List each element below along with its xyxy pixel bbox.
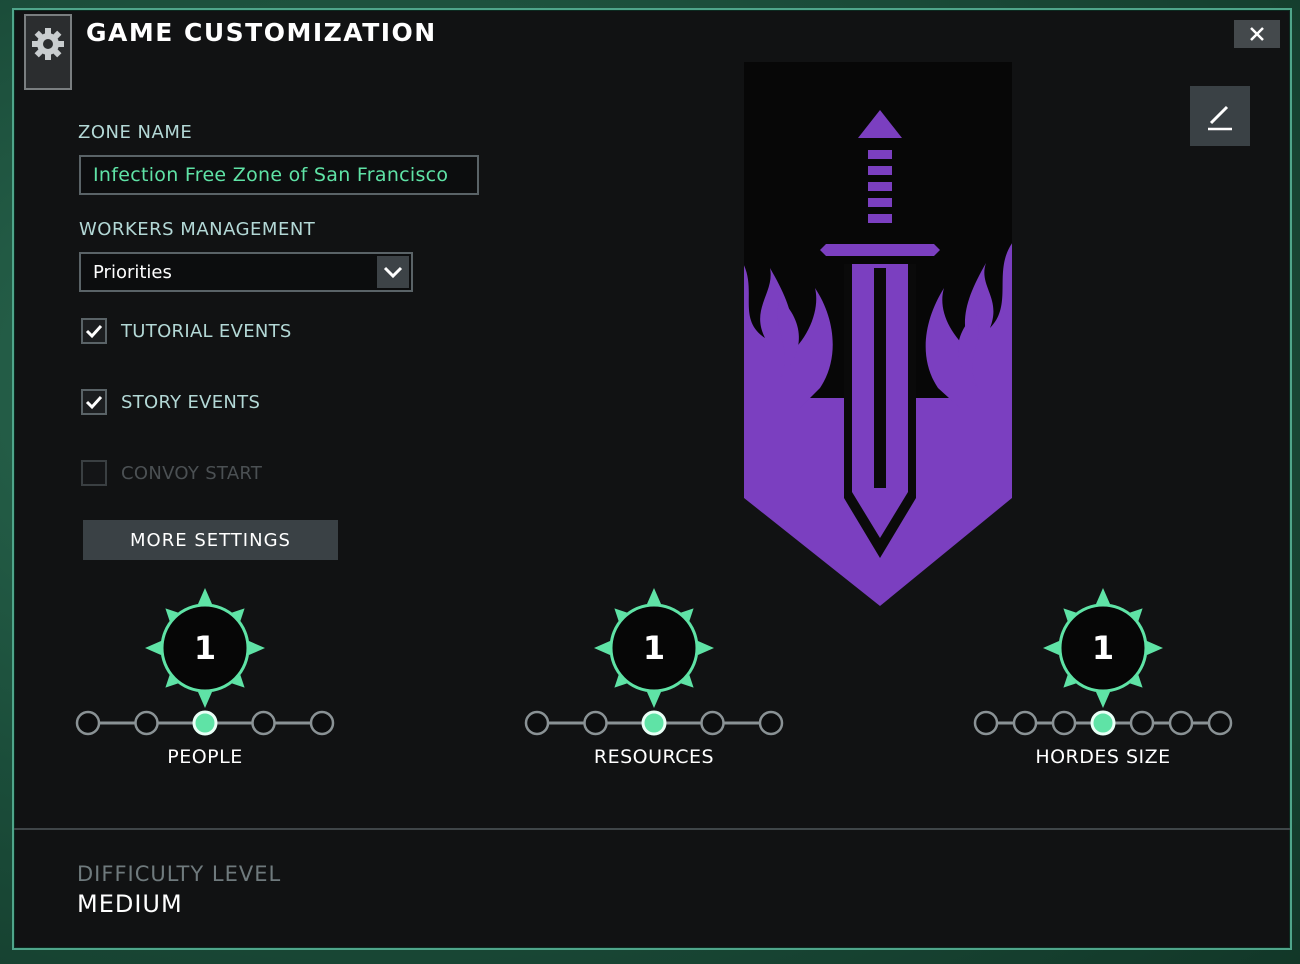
track-step[interactable] — [583, 710, 608, 736]
resources-value: 1 — [642, 629, 666, 667]
track-step[interactable] — [134, 710, 159, 736]
track-step-selected[interactable] — [641, 710, 667, 736]
dial-spike — [1096, 588, 1110, 604]
zone-name-input[interactable]: Infection Free Zone of San Francisco — [79, 155, 479, 195]
workers-management-label: WORKERS MANAGEMENT — [79, 219, 316, 240]
story-events-checkbox[interactable] — [81, 389, 107, 415]
tutorial-events-checkbox[interactable] — [81, 318, 107, 344]
hordes-size-label: HORDES SIZE — [1035, 746, 1171, 768]
track-step[interactable] — [1012, 710, 1038, 736]
close-icon — [1250, 27, 1264, 41]
resources-track[interactable] — [524, 708, 784, 738]
checkmark-icon — [85, 324, 103, 339]
track-step[interactable] — [524, 710, 550, 736]
resources-setting: 1 RESOURCES — [524, 588, 784, 788]
edit-banner-button[interactable] — [1190, 86, 1250, 146]
track-step-selected[interactable] — [1090, 710, 1116, 736]
convoy-start-label: CONVOY START — [121, 462, 263, 484]
difficulty-value: MEDIUM — [77, 890, 183, 918]
track-step[interactable] — [309, 710, 335, 736]
story-events-option[interactable]: STORY EVENTS — [81, 389, 260, 415]
hordes-size-value: 1 — [1091, 629, 1115, 667]
gear-icon — [32, 28, 64, 60]
dial-spike — [1147, 641, 1163, 655]
difficulty-label: DIFFICULTY LEVEL — [77, 862, 282, 886]
story-events-label: STORY EVENTS — [121, 391, 261, 413]
resources-label: RESOURCES — [593, 746, 715, 768]
checkmark-icon — [85, 395, 103, 410]
settings-tab[interactable] — [24, 14, 72, 90]
dial-spike — [1096, 692, 1110, 708]
track-step[interactable] — [973, 710, 999, 736]
chevron-down-icon — [383, 266, 403, 279]
track-step[interactable] — [758, 710, 784, 736]
track-step[interactable] — [1207, 710, 1233, 736]
dial-spike — [145, 641, 161, 655]
hordes-size-setting: 1 HORDES SIZE — [973, 588, 1233, 788]
footer-divider — [14, 828, 1290, 830]
track-step[interactable] — [700, 710, 725, 736]
dial-spike — [249, 641, 265, 655]
track-step[interactable] — [75, 710, 101, 736]
tutorial-events-label: TUTORIAL EVENTS — [121, 320, 292, 342]
people-track[interactable] — [75, 708, 335, 738]
dial-spike — [647, 588, 661, 604]
workers-management-select[interactable]: Priorities — [79, 252, 413, 292]
track-step[interactable] — [1168, 710, 1194, 736]
dial-spike — [1043, 641, 1059, 655]
tutorial-events-option[interactable]: TUTORIAL EVENTS — [81, 318, 292, 344]
convoy-start-option: CONVOY START — [81, 460, 262, 486]
dial-spike — [647, 692, 661, 708]
more-settings-button[interactable]: MORE SETTINGS — [83, 520, 338, 560]
track-step[interactable] — [251, 710, 276, 736]
sword-flame-banner[interactable] — [740, 58, 1016, 610]
window-title: GAME CUSTOMIZATION — [86, 18, 437, 47]
dial-spike — [198, 692, 212, 708]
dial-spike — [198, 588, 212, 604]
track-step[interactable] — [1051, 710, 1077, 736]
people-setting: 1 PEOPLE — [75, 588, 335, 788]
hordes-size-track[interactable] — [973, 708, 1233, 738]
track-step[interactable] — [1129, 710, 1155, 736]
zone-name-label: ZONE NAME — [78, 122, 193, 143]
convoy-start-checkbox — [81, 460, 107, 486]
people-value: 1 — [193, 629, 217, 667]
pencil-icon — [1208, 105, 1232, 131]
track-step-selected[interactable] — [192, 710, 218, 736]
people-label: PEOPLE — [167, 746, 243, 768]
zone-name-value: Infection Free Zone of San Francisco — [93, 164, 449, 186]
workers-management-value: Priorities — [93, 261, 172, 283]
close-button[interactable] — [1234, 20, 1280, 48]
dropdown-toggle[interactable] — [377, 256, 409, 288]
game-customization-window: GAME CUSTOMIZATION ZONE NAME Infection F… — [12, 8, 1292, 950]
dial-spike — [698, 641, 714, 655]
dial-spike — [594, 641, 610, 655]
